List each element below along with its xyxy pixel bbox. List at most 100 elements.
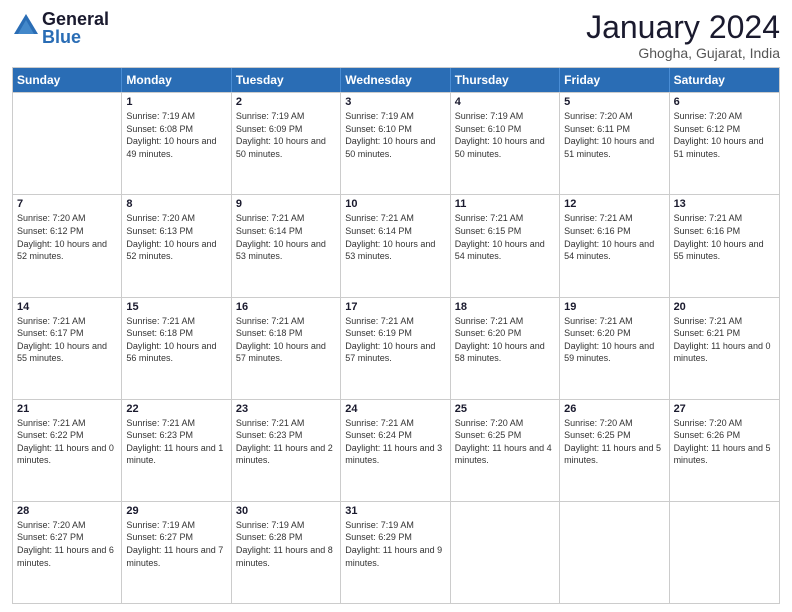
day-number: 23 <box>236 403 336 415</box>
day-info: Sunrise: 7:20 AMSunset: 6:12 PMDaylight:… <box>17 212 117 262</box>
day-number: 28 <box>17 505 117 517</box>
calendar-cell <box>451 502 560 603</box>
day-number: 20 <box>674 301 775 313</box>
day-number: 17 <box>345 301 445 313</box>
day-number: 19 <box>564 301 664 313</box>
calendar-week-row: 7 Sunrise: 7:20 AMSunset: 6:12 PMDaylight… <box>13 194 779 296</box>
calendar-subtitle: Ghogha, Gujarat, India <box>586 45 780 61</box>
logo: General Blue <box>12 10 109 46</box>
calendar-cell: 15 Sunrise: 7:21 AMSunset: 6:18 PMDayligh… <box>122 298 231 399</box>
day-number: 29 <box>126 505 226 517</box>
day-info: Sunrise: 7:21 AMSunset: 6:15 PMDaylight:… <box>455 212 555 262</box>
day-number: 22 <box>126 403 226 415</box>
calendar-cell: 19 Sunrise: 7:21 AMSunset: 6:20 PMDayligh… <box>560 298 669 399</box>
calendar-week-row: 14 Sunrise: 7:21 AMSunset: 6:17 PMDayligh… <box>13 297 779 399</box>
calendar-cell: 14 Sunrise: 7:21 AMSunset: 6:17 PMDayligh… <box>13 298 122 399</box>
calendar-cell: 4 Sunrise: 7:19 AMSunset: 6:10 PMDaylight… <box>451 93 560 194</box>
day-info: Sunrise: 7:21 AMSunset: 6:19 PMDaylight:… <box>345 315 445 365</box>
day-number: 8 <box>126 198 226 210</box>
day-info: Sunrise: 7:20 AMSunset: 6:12 PMDaylight:… <box>674 110 775 160</box>
day-number: 30 <box>236 505 336 517</box>
calendar-header-row: SundayMondayTuesdayWednesdayThursdayFrid… <box>13 68 779 92</box>
day-number: 10 <box>345 198 445 210</box>
calendar-cell: 27 Sunrise: 7:20 AMSunset: 6:26 PMDayligh… <box>670 400 779 501</box>
calendar-body: 1 Sunrise: 7:19 AMSunset: 6:08 PMDaylight… <box>13 92 779 603</box>
day-number: 15 <box>126 301 226 313</box>
calendar-cell <box>13 93 122 194</box>
day-info: Sunrise: 7:20 AMSunset: 6:13 PMDaylight:… <box>126 212 226 262</box>
day-number: 7 <box>17 198 117 210</box>
day-info: Sunrise: 7:21 AMSunset: 6:16 PMDaylight:… <box>674 212 775 262</box>
day-info: Sunrise: 7:21 AMSunset: 6:24 PMDaylight:… <box>345 417 445 467</box>
calendar-header-cell: Saturday <box>670 68 779 92</box>
day-info: Sunrise: 7:21 AMSunset: 6:14 PMDaylight:… <box>236 212 336 262</box>
day-info: Sunrise: 7:21 AMSunset: 6:23 PMDaylight:… <box>126 417 226 467</box>
day-number: 1 <box>126 96 226 108</box>
day-number: 31 <box>345 505 445 517</box>
logo-text: General Blue <box>42 10 109 46</box>
day-number: 14 <box>17 301 117 313</box>
day-number: 2 <box>236 96 336 108</box>
day-number: 24 <box>345 403 445 415</box>
calendar-cell: 30 Sunrise: 7:19 AMSunset: 6:28 PMDayligh… <box>232 502 341 603</box>
calendar-cell: 6 Sunrise: 7:20 AMSunset: 6:12 PMDaylight… <box>670 93 779 194</box>
day-info: Sunrise: 7:19 AMSunset: 6:27 PMDaylight:… <box>126 519 226 569</box>
day-number: 9 <box>236 198 336 210</box>
day-number: 21 <box>17 403 117 415</box>
day-info: Sunrise: 7:21 AMSunset: 6:17 PMDaylight:… <box>17 315 117 365</box>
calendar-title: January 2024 <box>586 10 780 45</box>
day-info: Sunrise: 7:21 AMSunset: 6:18 PMDaylight:… <box>126 315 226 365</box>
day-info: Sunrise: 7:20 AMSunset: 6:25 PMDaylight:… <box>455 417 555 467</box>
calendar-header-cell: Monday <box>122 68 231 92</box>
day-number: 16 <box>236 301 336 313</box>
day-info: Sunrise: 7:19 AMSunset: 6:08 PMDaylight:… <box>126 110 226 160</box>
calendar-header-cell: Wednesday <box>341 68 450 92</box>
day-info: Sunrise: 7:20 AMSunset: 6:25 PMDaylight:… <box>564 417 664 467</box>
calendar-cell: 18Sunrise: 7:21 AMSunset: 6:20 PMDayligh… <box>451 298 560 399</box>
day-number: 27 <box>674 403 775 415</box>
calendar-week-row: 21 Sunrise: 7:21 AMSunset: 6:22 PMDayligh… <box>13 399 779 501</box>
calendar-cell: 10 Sunrise: 7:21 AMSunset: 6:14 PMDayligh… <box>341 195 450 296</box>
day-number: 12 <box>564 198 664 210</box>
day-info: Sunrise: 7:20 AMSunset: 6:11 PMDaylight:… <box>564 110 664 160</box>
calendar-cell: 13Sunrise: 7:21 AMSunset: 6:16 PMDayligh… <box>670 195 779 296</box>
day-info: Sunrise: 7:19 AMSunset: 6:09 PMDaylight:… <box>236 110 336 160</box>
day-number: 11 <box>455 198 555 210</box>
calendar-cell: 22 Sunrise: 7:21 AMSunset: 6:23 PMDayligh… <box>122 400 231 501</box>
calendar-cell <box>670 502 779 603</box>
calendar-cell: 1 Sunrise: 7:19 AMSunset: 6:08 PMDaylight… <box>122 93 231 194</box>
day-number: 5 <box>564 96 664 108</box>
calendar-cell: 5 Sunrise: 7:20 AMSunset: 6:11 PMDaylight… <box>560 93 669 194</box>
calendar-cell: 11 Sunrise: 7:21 AMSunset: 6:15 PMDayligh… <box>451 195 560 296</box>
calendar-cell: 17 Sunrise: 7:21 AMSunset: 6:19 PMDayligh… <box>341 298 450 399</box>
day-info: Sunrise: 7:19 AMSunset: 6:10 PMDaylight:… <box>455 110 555 160</box>
calendar-cell: 21 Sunrise: 7:21 AMSunset: 6:22 PMDayligh… <box>13 400 122 501</box>
day-info: Sunrise: 7:20 AMSunset: 6:26 PMDaylight:… <box>674 417 775 467</box>
header: General Blue January 2024 Ghogha, Gujara… <box>12 10 780 61</box>
day-info: Sunrise: 7:20 AMSunset: 6:27 PMDaylight:… <box>17 519 117 569</box>
calendar-week-row: 1 Sunrise: 7:19 AMSunset: 6:08 PMDaylight… <box>13 92 779 194</box>
calendar-header-cell: Tuesday <box>232 68 341 92</box>
day-info: Sunrise: 7:19 AMSunset: 6:28 PMDaylight:… <box>236 519 336 569</box>
day-number: 6 <box>674 96 775 108</box>
day-number: 4 <box>455 96 555 108</box>
calendar-cell: 2 Sunrise: 7:19 AMSunset: 6:09 PMDaylight… <box>232 93 341 194</box>
calendar-cell: 9 Sunrise: 7:21 AMSunset: 6:14 PMDaylight… <box>232 195 341 296</box>
calendar-cell: 31Sunrise: 7:19 AMSunset: 6:29 PMDayligh… <box>341 502 450 603</box>
day-number: 25 <box>455 403 555 415</box>
page: General Blue January 2024 Ghogha, Gujara… <box>0 0 792 612</box>
logo-blue: Blue <box>42 28 109 46</box>
calendar-cell: 26 Sunrise: 7:20 AMSunset: 6:25 PMDayligh… <box>560 400 669 501</box>
calendar-week-row: 28 Sunrise: 7:20 AMSunset: 6:27 PMDayligh… <box>13 501 779 603</box>
day-info: Sunrise: 7:21 AMSunset: 6:21 PMDaylight:… <box>674 315 775 365</box>
day-number: 3 <box>345 96 445 108</box>
day-info: Sunrise: 7:21 AMSunset: 6:23 PMDaylight:… <box>236 417 336 467</box>
calendar-cell: 12Sunrise: 7:21 AMSunset: 6:16 PMDayligh… <box>560 195 669 296</box>
day-info: Sunrise: 7:21 AMSunset: 6:20 PMDaylight:… <box>564 315 664 365</box>
calendar-cell: 7 Sunrise: 7:20 AMSunset: 6:12 PMDaylight… <box>13 195 122 296</box>
calendar-header-cell: Thursday <box>451 68 560 92</box>
day-info: Sunrise: 7:21 AMSunset: 6:14 PMDaylight:… <box>345 212 445 262</box>
day-number: 26 <box>564 403 664 415</box>
calendar: SundayMondayTuesdayWednesdayThursdayFrid… <box>12 67 780 604</box>
day-info: Sunrise: 7:21 AMSunset: 6:22 PMDaylight:… <box>17 417 117 467</box>
